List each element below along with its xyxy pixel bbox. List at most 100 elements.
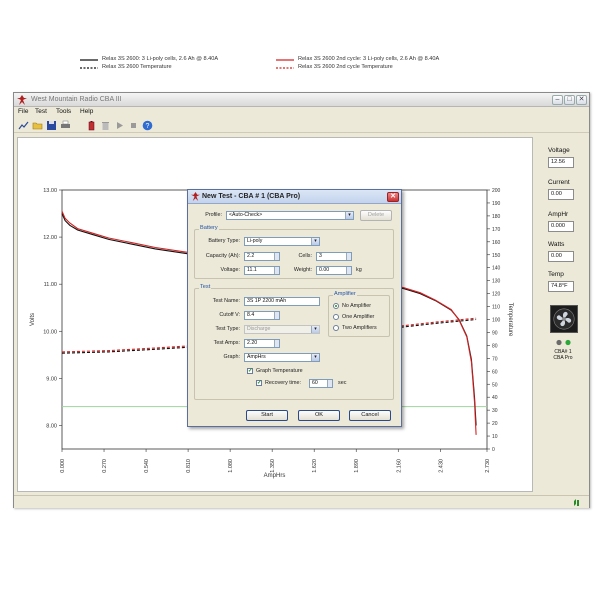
graph-value: AmpHrs [247,354,266,360]
weight-value: 0.00 [319,267,330,273]
y2-tick-label: 180 [492,214,501,220]
y2-tick-label: 160 [492,240,501,246]
y2-tick-label: 170 [492,227,501,233]
y2-tick-label: 100 [492,318,501,324]
x-tick-label: 2.730 [485,459,491,473]
y-tick-label: 8.00 [46,423,57,429]
cutoff-value: 8.4 [247,312,255,318]
y2-tick-label: 60 [492,369,498,375]
y2-tick-label: 90 [492,330,498,336]
cells-label: Cells: [298,253,312,259]
y2-tick-label: 110 [492,305,500,311]
two-amplifiers-radio[interactable] [333,325,339,331]
y-tick-label: 10.00 [43,329,57,335]
y-tick-label: 13.00 [43,188,57,194]
cancel-button[interactable]: Cancel [349,410,391,421]
y2-tick-label: 20 [492,421,498,427]
battery-type-select[interactable]: Li-poly ▾ [244,237,320,246]
test-name-input[interactable]: 3S 1P 2200 mAh [244,297,320,306]
one-amplifier-radio[interactable] [333,314,339,320]
recovery-time-checkbox[interactable]: ✓ [256,380,262,386]
new-test-dialog: New Test - CBA # 1 (CBA Pro) ✕ Profile: … [187,189,402,427]
test-type-value: Discharge [247,326,271,332]
battery-type-value: Li-poly [247,238,263,244]
y2-tick-label: 140 [492,266,501,272]
spinner-icon [346,267,351,274]
profile-value: <Auto-Check> [229,212,263,218]
delete-profile-button[interactable]: Delete [360,210,392,221]
dialog-title-bar: New Test - CBA # 1 (CBA Pro) ✕ [188,190,401,204]
profile-select[interactable]: <Auto-Check> ▾ [226,211,354,220]
x-tick-label: 1.890 [354,459,360,473]
y2-tick-label: 50 [492,382,498,388]
chevron-down-icon: ▾ [311,326,319,333]
y2-tick-label: 70 [492,356,498,362]
x-axis-label: AmpHrs [264,473,286,479]
cells-value: 3 [319,253,322,259]
y2-tick-label: 80 [492,343,498,349]
x-tick-label: 1.080 [228,459,234,473]
y-tick-label: 12.00 [43,235,57,241]
recovery-time-input[interactable]: 60 [309,379,333,388]
no-amplifier-radio[interactable] [333,303,339,309]
x-tick-label: 0.810 [186,459,192,473]
x-tick-label: 1.350 [270,459,276,473]
capacity-value: 2.2 [247,253,255,259]
spinner-icon [274,340,279,347]
recovery-time-unit: sec [338,380,347,386]
battery-voltage-value: 11.1 [247,267,257,273]
recovery-time-label: Recovery time: [265,380,301,386]
two-amplifiers-label: Two Amplifiers [342,325,377,331]
ok-button[interactable]: OK [298,410,340,421]
capacity-input[interactable]: 2.2 [244,252,280,261]
cutoff-input[interactable]: 8.4 [244,311,280,320]
start-button[interactable]: Start [246,410,288,421]
battery-group-title: Battery [199,225,219,231]
profile-label: Profile: [205,212,222,218]
graph-temperature-checkbox[interactable]: ✓ [247,368,253,374]
voltage-label: Voltage: [220,267,240,273]
x-tick-label: 2.430 [438,459,444,473]
dialog-close-button[interactable]: ✕ [387,192,399,202]
y2-tick-label: 30 [492,408,498,414]
y2-axis-label: Temperature [507,303,513,337]
capacity-label: Capacity (Ah): [205,253,240,259]
spinner-icon [274,312,279,319]
cells-input[interactable]: 3 [316,252,352,261]
test-type-select[interactable]: Discharge ▾ [244,325,320,334]
y-axis-label: Volts [30,313,36,326]
graph-select[interactable]: AmpHrs ▾ [244,353,320,362]
weight-unit: kg [356,267,362,273]
cutoff-label: Cutoff V: [219,312,240,318]
recovery-time-value: 60 [312,380,318,386]
test-group-title: Test [199,284,212,290]
battery-voltage-input[interactable]: 11.1 [244,266,280,275]
x-tick-label: 2.160 [396,459,402,473]
graph-temperature-label: Graph Temperature [256,368,303,374]
amplifier-group-title: Amplifier [333,291,357,297]
spinner-icon [274,253,279,260]
no-amplifier-label: No Amplifier [342,303,372,309]
y-tick-label: 11.00 [44,282,57,288]
test-name-label: Test Name: [212,298,240,304]
chevron-down-icon: ▾ [311,238,319,245]
dialog-title: New Test - CBA # 1 (CBA Pro) [202,193,301,200]
chevron-down-icon: ▾ [345,212,353,219]
weight-input[interactable]: 0.00 [316,266,352,275]
test-amps-input[interactable]: 2.20 [244,339,280,348]
y2-tick-label: 120 [492,292,501,298]
x-tick-label: 0.270 [102,459,108,473]
y2-tick-label: 130 [492,279,501,285]
chevron-down-icon: ▾ [311,354,319,361]
y-tick-label: 9.00 [46,376,57,382]
graph-label: Graph: [223,354,240,360]
app-logo-icon [191,192,200,201]
y2-tick-label: 10 [492,434,498,440]
y2-tick-label: 40 [492,395,498,401]
test-type-label: Test Type: [215,326,240,332]
one-amplifier-label: One Amplifier [342,314,375,320]
spinner-icon [274,267,279,274]
weight-label: Weight: [293,267,312,273]
test-amps-label: Test Amps: [213,340,240,346]
x-tick-label: 0.540 [144,459,150,473]
